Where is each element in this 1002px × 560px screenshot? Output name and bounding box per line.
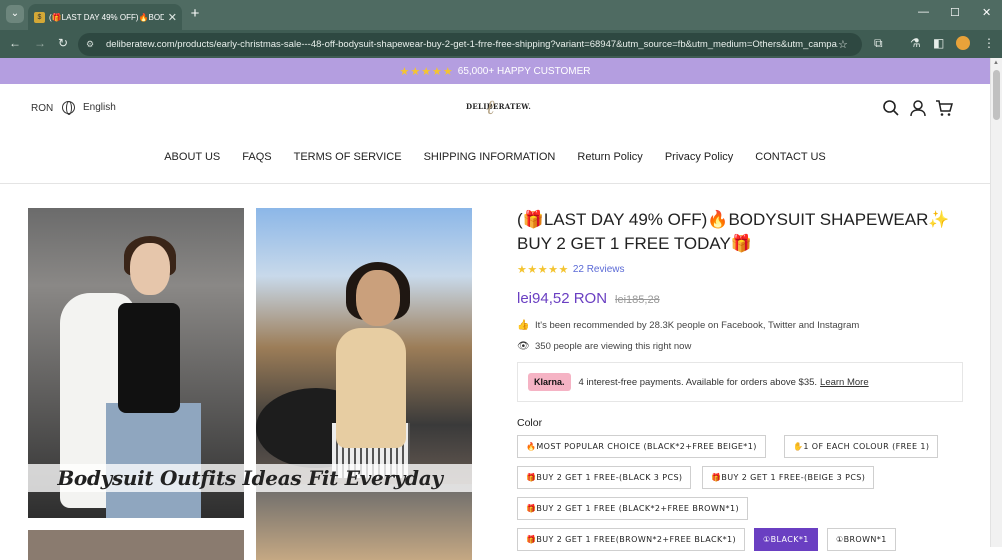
nav-contact-us[interactable]: CONTACT US xyxy=(755,151,826,163)
rating-stars: ★★★★★ xyxy=(517,264,569,276)
side-panel-icon[interactable]: ◧ xyxy=(933,36,944,50)
color-option[interactable]: 🎁BUY 2 GET 1 FREE-(BLACK 3 PCS) xyxy=(517,466,692,489)
recommend-line: 👍 It's been recommended by 28.3K people … xyxy=(517,320,967,331)
site-info-icon[interactable]: ⚙ xyxy=(86,39,100,50)
color-option[interactable]: 🎁BUY 2 GET 1 FREE-(BEIGE 3 PCS) xyxy=(702,466,875,489)
globe-icon xyxy=(62,101,75,115)
reload-icon[interactable]: ↻ xyxy=(58,36,68,50)
profile-avatar-icon[interactable] xyxy=(956,36,970,50)
scrollbar-thumb[interactable] xyxy=(993,70,1000,120)
nav-shipping-information[interactable]: SHIPPING INFORMATION xyxy=(424,151,556,163)
address-bar[interactable]: ⚙ deliberatew.com/products/early-christm… xyxy=(78,33,862,56)
price-original: lei185,28 xyxy=(615,294,660,306)
viewing-text: 350 people are viewing this right now xyxy=(535,341,692,352)
main-navigation: ABOUT US FAQS TERMS OF SERVICE SHIPPING … xyxy=(0,151,990,163)
product-rating: ★★★★★ 22 Reviews xyxy=(517,263,967,276)
nav-terms-of-service[interactable]: TERMS OF SERVICE xyxy=(294,151,402,163)
account-icon[interactable] xyxy=(909,99,927,117)
product-photo-4[interactable] xyxy=(256,484,472,560)
announcement-bar: ★★★★★ 65,000+ HAPPY CUSTOMER xyxy=(0,58,990,84)
announcement-stars: ★★★★★ xyxy=(399,65,454,78)
klarna-text: 4 interest-free payments. Available for … xyxy=(578,376,818,388)
nav-return-policy[interactable]: Return Policy xyxy=(577,151,642,163)
close-window-icon[interactable]: ✕ xyxy=(982,6,991,19)
product-title: (🎁LAST DAY 49% OFF)🔥BODYSUIT SHAPEWEAR✨ … xyxy=(517,210,950,253)
color-option-selected[interactable]: ①BLACK*1 xyxy=(754,528,818,551)
announcement-text: 65,000+ HAPPY CUSTOMER xyxy=(457,65,591,77)
new-tab-button[interactable]: + xyxy=(188,5,202,23)
color-option[interactable]: 🎁BUY 2 GET 1 FREE(BROWN*2+FREE BLACK*1) xyxy=(517,528,746,551)
recommend-text: It's been recommended by 28.3K people on… xyxy=(535,320,860,331)
klarna-learn-more-link[interactable]: Learn More xyxy=(820,377,869,388)
nav-about-us[interactable]: ABOUT US xyxy=(164,151,220,163)
language-label: English xyxy=(83,102,116,113)
browser-menu-icon[interactable]: ⋮ xyxy=(983,36,995,50)
color-option[interactable]: 🎁BUY 2 GET 1 FREE (BLACK*2+FREE BROWN*1) xyxy=(517,497,748,520)
eye-icon: 👁 xyxy=(517,341,530,352)
page-scrollbar[interactable]: ▲ xyxy=(990,58,1002,547)
klarna-banner: Klarna. 4 interest-free payments. Availa… xyxy=(517,362,963,402)
maximize-icon[interactable]: ☐ xyxy=(950,6,960,19)
tab-title: (🎁LAST DAY 49% OFF)🔥BODYSUIT xyxy=(49,12,164,22)
site-favicon-icon: $ xyxy=(34,11,45,23)
url-text: deliberatew.com/products/early-christmas… xyxy=(106,39,838,50)
close-tab-icon[interactable]: ✕ xyxy=(168,11,177,24)
klarna-badge: Klarna. xyxy=(528,373,571,391)
bookmark-star-icon[interactable]: ☆ xyxy=(838,38,854,51)
reviews-link[interactable]: 22 Reviews xyxy=(573,264,625,275)
color-label: Color xyxy=(517,417,543,429)
browser-tab-active[interactable]: $ (🎁LAST DAY 49% OFF)🔥BODYSUIT ✕ xyxy=(28,4,182,30)
site-logo[interactable]: ℓ DELIBERATEW. xyxy=(466,95,531,119)
site-header: RON English ℓ DELIBERATEW. ABOUT US FAQS … xyxy=(0,84,990,184)
color-option[interactable]: ①BROWN*1 xyxy=(827,528,896,551)
thumbs-up-icon: 👍 xyxy=(517,320,530,331)
color-option[interactable]: 🔥MOST POPULAR CHOICE (BLACK*2+FREE BEIGE… xyxy=(517,435,766,458)
forward-icon[interactable]: → xyxy=(34,36,46,50)
price-current: lei94,52 RON xyxy=(517,290,608,307)
extensions-icon[interactable]: ⧉ xyxy=(874,36,883,50)
back-icon[interactable]: ← xyxy=(9,36,21,50)
product-info: (🎁LAST DAY 49% OFF)🔥BODYSUIT SHAPEWEAR✨ … xyxy=(517,208,967,352)
browser-toolbar: ← → ↻ ⚙ deliberatew.com/products/early-c… xyxy=(0,30,1002,58)
cart-icon[interactable] xyxy=(935,99,953,117)
scroll-up-icon[interactable]: ▲ xyxy=(993,60,999,66)
color-option[interactable]: ✋1 OF EACH COLOUR (FREE 1) xyxy=(784,435,939,458)
product-photo-3[interactable] xyxy=(28,530,244,560)
gallery-caption: Bodysuit Outfits Ideas Fit Everyday xyxy=(28,464,472,492)
nav-privacy-policy[interactable]: Privacy Policy xyxy=(665,151,733,163)
nav-faqs[interactable]: FAQS xyxy=(242,151,271,163)
minimize-icon[interactable]: — xyxy=(918,6,929,18)
labs-icon[interactable]: ⚗ xyxy=(910,36,921,50)
language-selector[interactable]: English xyxy=(62,101,116,115)
product-price: lei94,52 RON lei185,28 xyxy=(517,290,967,307)
tab-search-button[interactable]: ⌄ xyxy=(6,5,24,23)
currency-selector[interactable]: RON xyxy=(31,103,53,114)
viewing-line: 👁 350 people are viewing this right now xyxy=(517,341,967,352)
search-icon[interactable] xyxy=(882,99,900,117)
browser-tab-strip: ⌄ $ (🎁LAST DAY 49% OFF)🔥BODYSUIT ✕ + — ☐… xyxy=(0,0,1002,30)
